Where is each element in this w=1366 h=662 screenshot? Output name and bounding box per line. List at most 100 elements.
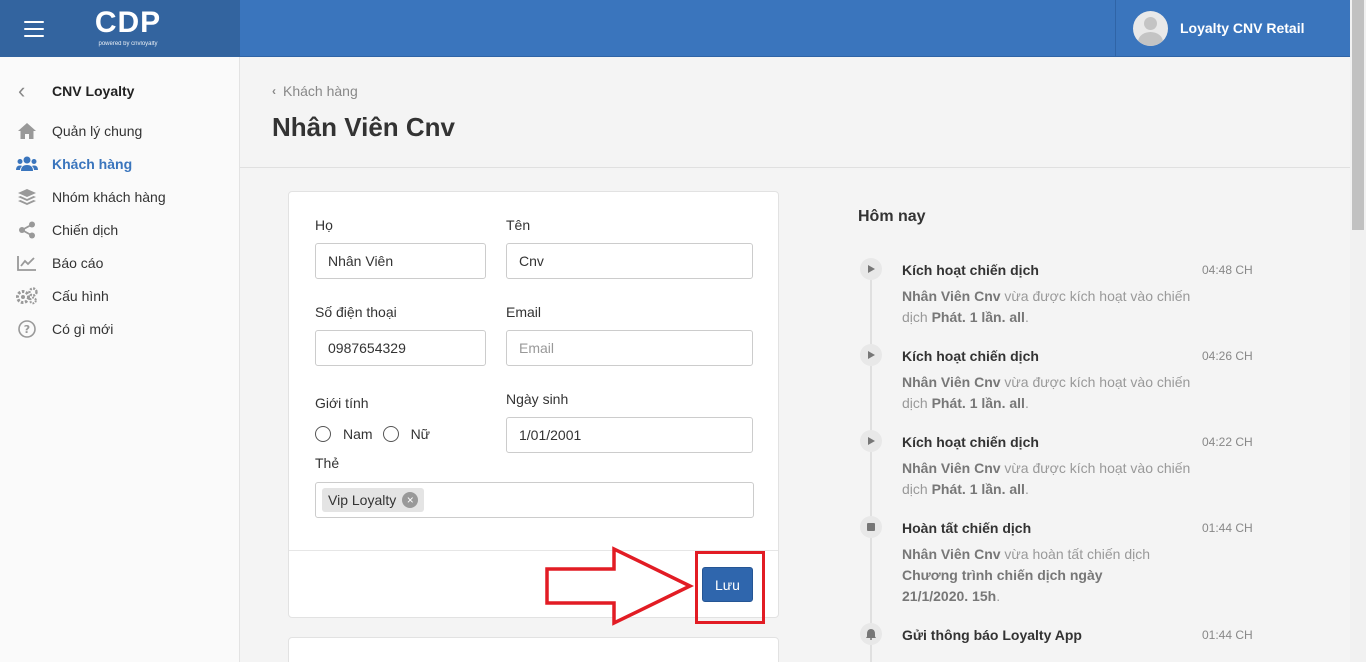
last-name-label: Họ [315, 217, 333, 233]
event-end: . [1024, 395, 1029, 411]
customer-name: Nhân Viên Cnv [902, 374, 1001, 390]
play-icon [860, 258, 882, 280]
campaign-name: Chương trình chiến dịch ngày 21/1/2020. … [902, 567, 1103, 604]
stop-icon [860, 516, 882, 538]
question-icon: ? [16, 319, 38, 339]
layers-icon [16, 187, 38, 207]
chevron-left-icon: ‹ [272, 84, 276, 98]
remove-tag-icon[interactable]: × [402, 492, 419, 508]
users-icon [16, 154, 38, 174]
first-name-label: Tên [506, 217, 531, 233]
timeline-event-title: Gửi thông báo Loyalty App [902, 627, 1082, 643]
timeline-event-text: Nhân Viên Cnv vừa hoàn tất chiến dịch Ch… [902, 544, 1152, 607]
sidebar-back-label: CNV Loyalty [52, 83, 135, 99]
sidebar-item-settings[interactable]: Cấu hình [16, 284, 109, 308]
logo[interactable]: CDP powered by cnvloyalty [88, 6, 168, 52]
timeline-event-time: 04:48 CH [1202, 263, 1253, 277]
timeline-event-text: Nhân Viên Cnv vừa được kích hoạt vào chi… [902, 372, 1202, 414]
event-desc: vừa hoàn tất chiến dịch [1000, 546, 1151, 562]
gender-male-radio[interactable] [315, 426, 331, 442]
annotation-arrow-icon [545, 546, 694, 626]
timeline-event-title: Hoàn tất chiến dịch [902, 520, 1032, 536]
breadcrumb-link[interactable]: Khách hàng [283, 83, 358, 99]
customer-name: Nhân Viên Cnv [902, 460, 1001, 476]
gender-radio-group: Nam Nữ [315, 426, 440, 442]
user-name: Loyalty CNV Retail [1180, 20, 1305, 36]
gender-female-radio[interactable] [382, 426, 399, 442]
first-name-input[interactable] [506, 243, 753, 279]
timeline-event-time: 04:26 CH [1202, 349, 1253, 363]
sidebar-item-label: Quản lý chung [52, 123, 143, 139]
scrollbar[interactable] [1350, 0, 1366, 662]
customer-name: Nhân Viên Cnv [902, 288, 1001, 304]
sidebar-item-label: Cấu hình [52, 288, 109, 304]
phone-label: Số điện thoại [315, 304, 397, 320]
sidebar-item-label: Chiến dịch [52, 222, 119, 238]
sidebar-item-customer-groups[interactable]: Nhóm khách hàng [16, 185, 166, 209]
sidebar-item-label: Khách hàng [52, 156, 133, 172]
sidebar-back[interactable]: ‹ CNV Loyalty [18, 79, 134, 103]
play-icon [860, 430, 882, 452]
tag-chip: Vip Loyalty × [322, 488, 425, 512]
timeline-event-title: Kích hoạt chiến dịch [902, 348, 1039, 364]
timeline-event-time: 01:44 CH [1202, 628, 1253, 642]
bell-icon [860, 623, 882, 645]
timeline-event-title: Kích hoạt chiến dịch [902, 434, 1039, 450]
tags-label: Thẻ [315, 455, 340, 471]
timeline-event-time: 04:22 CH [1202, 435, 1253, 449]
campaign-name: Phát. 1 lần. all [931, 481, 1025, 497]
sidebar-item-label: Báo cáo [52, 255, 104, 271]
annotation-highlight-box [695, 551, 765, 624]
logo-subtext: powered by cnvloyalty [98, 41, 158, 47]
gender-female-label[interactable]: Nữ [411, 426, 430, 442]
email-input[interactable] [506, 330, 753, 366]
sidebar-item-reports[interactable]: Báo cáo [16, 251, 103, 275]
sidebar-item-label: Có gì mới [52, 321, 114, 337]
event-end: . [1024, 481, 1029, 497]
customer-name: Nhân Viên Cnv [902, 546, 1001, 562]
scrollbar-thumb[interactable] [1352, 0, 1364, 230]
sidebar-item-customers[interactable]: Khách hàng [16, 152, 132, 176]
timeline-event-title: Kích hoạt chiến dịch [902, 262, 1039, 278]
email-label: Email [506, 304, 542, 320]
sidebar: ‹ CNV Loyalty Quản lý chung Khách hàng N… [0, 57, 240, 662]
share-icon [16, 220, 38, 240]
cogs-icon [16, 286, 38, 306]
line-chart-icon [16, 253, 38, 273]
sidebar-item-campaigns[interactable]: Chiến dịch [16, 218, 118, 242]
avatar [1133, 11, 1168, 46]
breadcrumb[interactable]: ‹ Khách hàng [272, 83, 358, 99]
play-icon [860, 344, 882, 366]
last-name-input[interactable] [315, 243, 486, 279]
timeline-event-text: Nhân Viên Cnv vừa được kích hoạt vào chi… [902, 458, 1202, 500]
tags-input[interactable]: Vip Loyalty × [315, 482, 754, 518]
sidebar-item-overview[interactable]: Quản lý chung [16, 119, 142, 143]
menu-icon[interactable] [24, 21, 44, 37]
top-bar: CDP powered by cnvloyalty Loyalty CNV Re… [0, 0, 1366, 57]
timeline-title: Hôm nay [858, 208, 926, 225]
sidebar-item-whats-new[interactable]: ? Có gì mới [16, 317, 113, 341]
secondary-card [288, 637, 779, 662]
timeline-event-text: Nhân Viên Cnv vừa được kích hoạt vào chi… [902, 286, 1202, 328]
event-end: . [1024, 309, 1029, 325]
birthday-input[interactable] [506, 417, 753, 453]
svg-text:?: ? [24, 323, 30, 336]
event-end: . [996, 588, 1001, 604]
campaign-name: Phát. 1 lần. all [931, 309, 1025, 325]
timeline-line [870, 262, 872, 662]
sidebar-item-label: Nhóm khách hàng [52, 189, 166, 205]
home-icon [16, 121, 38, 141]
brand-area: CDP powered by cnvloyalty [0, 0, 240, 57]
timeline-event-time: 01:44 CH [1202, 521, 1253, 535]
gender-label: Giới tính [315, 395, 369, 411]
logo-text: CDP [94, 6, 162, 39]
divider [240, 167, 1350, 168]
chevron-left-icon: ‹ [18, 78, 26, 103]
user-menu[interactable]: Loyalty CNV Retail [1115, 0, 1350, 57]
page-title: Nhân Viên Cnv [272, 112, 456, 142]
campaign-name: Phát. 1 lần. all [931, 395, 1025, 411]
gender-male-label[interactable]: Nam [343, 426, 373, 442]
phone-input[interactable] [315, 330, 486, 366]
birthday-label: Ngày sinh [506, 391, 569, 407]
tag-chip-label: Vip Loyalty [328, 492, 397, 508]
